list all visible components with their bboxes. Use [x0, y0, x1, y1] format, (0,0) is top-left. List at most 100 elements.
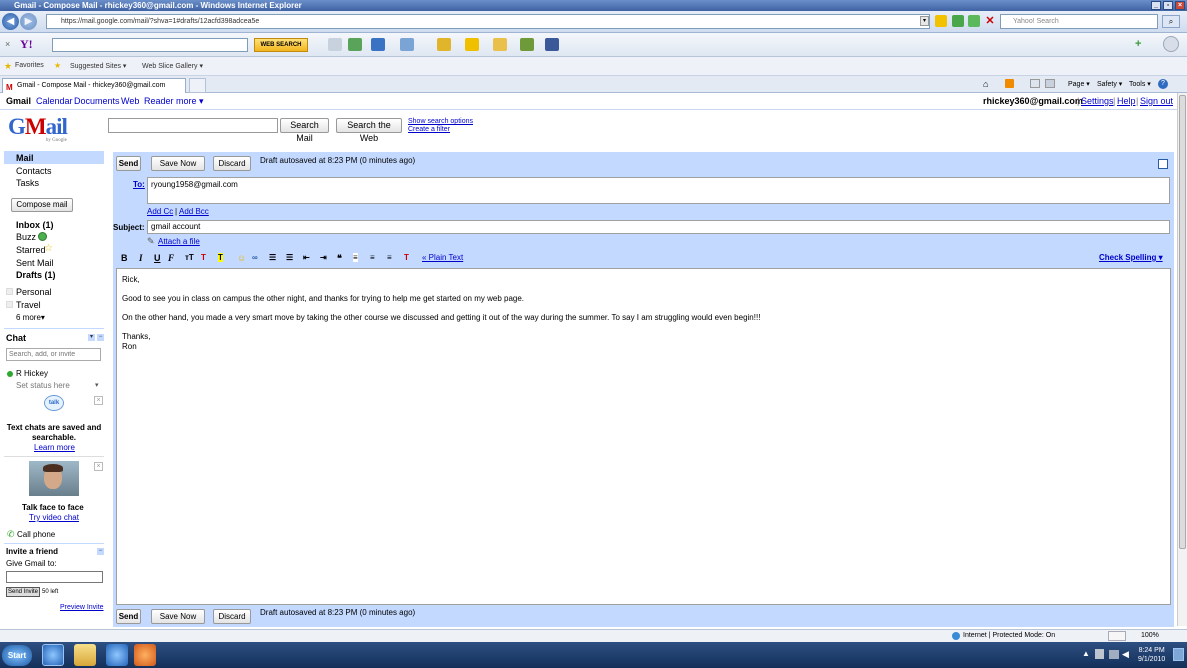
internet-explorer-icon[interactable]	[106, 644, 128, 666]
more-labels-link[interactable]: 6 more▾	[16, 313, 45, 322]
nav-sent-mail[interactable]: Sent Mail	[16, 258, 54, 268]
chat-search-input[interactable]	[6, 348, 101, 361]
favorites-button[interactable]: Favorites	[15, 62, 44, 69]
gbar-reader[interactable]: Reader	[144, 96, 174, 106]
internet-explorer-icon[interactable]	[42, 644, 64, 666]
call-phone-link[interactable]: Call phone	[17, 530, 55, 539]
forward-button[interactable]: ▶	[20, 13, 37, 30]
page-menu[interactable]: Page ▾	[1068, 80, 1090, 88]
sign-out-link[interactable]: Sign out	[1140, 96, 1173, 106]
to-field[interactable]: ryoung1958@gmail.com	[147, 177, 1170, 204]
gbar-documents[interactable]: Documents	[74, 96, 120, 106]
new-tab-button[interactable]	[189, 78, 206, 93]
folder-icon[interactable]	[74, 644, 96, 666]
save-now-button[interactable]: Save Now	[151, 156, 205, 171]
subject-field[interactable]: gmail account	[147, 220, 1170, 234]
font-icon[interactable]: F	[168, 253, 174, 263]
save-now-button-bottom[interactable]: Save Now	[151, 609, 205, 624]
nav-contacts[interactable]: Contacts	[16, 166, 52, 176]
remove-formatting-icon[interactable]: T	[404, 253, 409, 262]
show-desktop-button[interactable]	[1173, 648, 1184, 661]
nav-label-personal[interactable]: Personal	[16, 287, 52, 297]
gbar-web[interactable]: Web	[121, 96, 139, 106]
popout-icon[interactable]	[1158, 159, 1168, 169]
media-player-icon[interactable]	[134, 644, 156, 666]
numbered-list-icon[interactable]: ☰	[269, 253, 276, 262]
read-mail-icon[interactable]	[1030, 79, 1040, 88]
check-spelling-link[interactable]: Check Spelling ▾	[1099, 253, 1163, 262]
try-video-chat-link[interactable]: Try video chat	[29, 513, 79, 522]
yahoo-search-box[interactable]: Yahoo! Search	[1000, 14, 1158, 29]
gmail-logo[interactable]: GMail by Google	[8, 114, 68, 143]
highlight-color-icon[interactable]: T	[218, 253, 223, 262]
to-label[interactable]: To:	[133, 180, 145, 189]
link-icon[interactable]: ∞	[252, 253, 258, 262]
tools-menu[interactable]: Tools ▾	[1129, 80, 1151, 88]
toolbar-icon[interactable]	[328, 38, 342, 51]
send-button[interactable]: Send	[116, 156, 141, 171]
bold-icon[interactable]: B	[121, 253, 128, 263]
gbar-gmail[interactable]: Gmail	[6, 96, 31, 106]
rss-icon[interactable]	[1005, 79, 1014, 88]
invite-collapse-icon[interactable]: −	[97, 548, 104, 555]
quote-icon[interactable]: ❝	[337, 253, 342, 264]
settings-icon[interactable]	[1163, 36, 1179, 52]
search-mail-button[interactable]: Search Mail	[280, 118, 329, 143]
web-search-button[interactable]: WEB SEARCH	[254, 38, 308, 52]
bulleted-list-icon[interactable]: ☰	[286, 253, 293, 262]
back-button[interactable]: ◀	[2, 13, 19, 30]
chat-collapse-icon[interactable]: −	[97, 334, 104, 341]
settings-link[interactable]: Settings	[1081, 96, 1114, 106]
zoom-level[interactable]: 100%	[1141, 632, 1159, 639]
toolbar-icon[interactable]	[437, 38, 451, 51]
outdent-icon[interactable]: ⇤	[303, 253, 310, 262]
chat-options-icon[interactable]: ▾	[88, 334, 95, 341]
toolbar-icon[interactable]	[520, 38, 534, 51]
tab-gmail[interactable]: M Gmail - Compose Mail - rhickey360@gmai…	[2, 78, 186, 93]
add-bcc-link[interactable]: Add Bcc	[179, 207, 209, 216]
text-color-icon[interactable]: T	[201, 253, 206, 262]
web-slice-gallery-link[interactable]: Web Slice Gallery ▾	[142, 62, 203, 70]
plain-text-link[interactable]: « Plain Text	[422, 253, 463, 262]
toolbar-icon[interactable]	[400, 38, 414, 51]
stop-icon[interactable]: ✕	[984, 15, 996, 27]
search-mail-input[interactable]	[108, 118, 278, 133]
lock-icon[interactable]	[935, 15, 947, 27]
send-button-bottom[interactable]: Send	[116, 609, 141, 624]
help-link[interactable]: Help	[1117, 96, 1136, 106]
tray-expand-icon[interactable]: ▲	[1082, 649, 1090, 658]
toolbar-icon[interactable]	[493, 38, 507, 51]
compatibility-icon[interactable]	[952, 15, 964, 27]
italic-icon[interactable]: I	[139, 253, 143, 263]
search-icon[interactable]: ⌕	[1162, 15, 1180, 28]
start-button[interactable]: Start	[2, 645, 32, 666]
system-clock[interactable]: 8:24 PM 9/1/2010	[1138, 646, 1165, 664]
nav-starred[interactable]: Starred	[16, 245, 46, 255]
gbar-more[interactable]: more ▾	[176, 96, 204, 107]
nav-tasks[interactable]: Tasks	[16, 178, 39, 188]
help-icon[interactable]: ?	[1158, 79, 1168, 89]
compose-mail-button[interactable]: Compose mail	[11, 198, 73, 212]
underline-icon[interactable]: U	[154, 253, 161, 263]
network-icon[interactable]	[1109, 650, 1119, 659]
nav-buzz[interactable]: Buzz	[16, 232, 36, 242]
status-dropdown-icon[interactable]: ▾	[95, 381, 99, 389]
minimize-button[interactable]: _	[1151, 1, 1161, 10]
toolbar-icon[interactable]	[348, 38, 362, 51]
facebook-icon[interactable]	[545, 38, 559, 51]
close-toolbar-icon[interactable]: ×	[5, 39, 10, 49]
discard-button-bottom[interactable]: Discard	[213, 609, 251, 624]
print-icon[interactable]	[1045, 79, 1055, 88]
nav-inbox[interactable]: Inbox (1)	[16, 220, 54, 230]
attach-file-link[interactable]: Attach a file	[158, 237, 200, 246]
zone-status[interactable]: Internet | Protected Mode: On	[963, 632, 1055, 639]
volume-icon[interactable]: ◀	[1122, 649, 1129, 660]
add-cc-link[interactable]: Add Cc	[147, 207, 173, 216]
toolbar-icon[interactable]	[465, 38, 479, 51]
indent-icon[interactable]: ⇥	[320, 253, 327, 262]
nav-label-travel[interactable]: Travel	[16, 300, 41, 310]
discard-button[interactable]: Discard	[213, 156, 251, 171]
align-right-icon[interactable]: ≡	[387, 253, 392, 262]
message-body-editor[interactable]: Rick, Good to see you in class on campus…	[116, 268, 1171, 605]
send-invite-button[interactable]: Send Invite	[6, 587, 40, 597]
